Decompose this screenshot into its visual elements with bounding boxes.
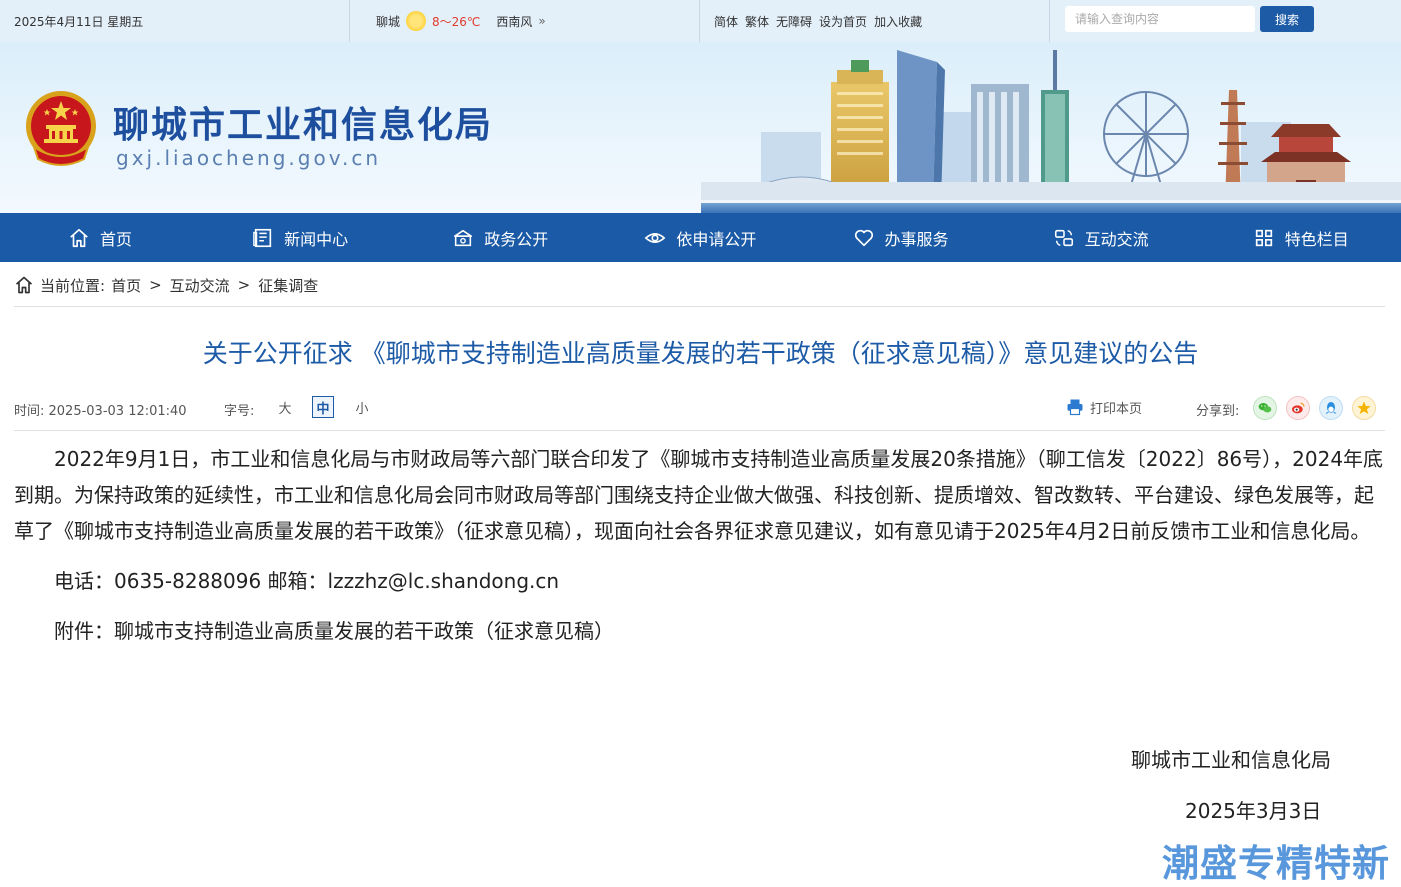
divider	[1049, 0, 1050, 42]
link-set-homepage[interactable]: 设为首页	[819, 13, 867, 30]
breadcrumb-separator: >	[149, 276, 162, 294]
share-label: 分享到:	[1196, 404, 1240, 419]
contact-info: 电话：0635-8288096 邮箱：lzzzhz@lc.shandong.cn	[54, 569, 560, 593]
article-paragraph: 2022年9月1日，市工业和信息化局与市财政局等六部门联合印发了《聊城市支持制造…	[14, 447, 1384, 543]
nav-label: 特色栏目	[1284, 229, 1349, 249]
breadcrumb-separator: >	[237, 276, 251, 294]
nav-item-services[interactable]: 办事服务	[801, 213, 1001, 262]
weather-wind: 西南风	[496, 14, 533, 29]
gov-icon	[454, 229, 473, 246]
divider	[14, 430, 1385, 431]
nav-item-home[interactable]: 首页	[0, 213, 200, 262]
weather-widget: 聊城 8～26℃ 西南风 »	[376, 0, 546, 42]
font-size-medium-button[interactable]: 中	[312, 396, 334, 418]
home-icon	[15, 276, 33, 294]
print-label: 打印本页	[1090, 401, 1143, 417]
share-qzone-button[interactable]	[1352, 396, 1376, 420]
weather-city: 聊城	[376, 14, 401, 29]
share-wechat-button[interactable]	[1253, 396, 1277, 420]
nav-item-gov-affairs[interactable]: 政务公开	[400, 213, 600, 262]
top-utility-bar: 2025年4月11日 星期五 聊城 8～26℃ 西南风 » 简体 繁体 无障碍 …	[0, 0, 1401, 42]
heart-icon	[854, 229, 873, 246]
star-icon	[1357, 401, 1371, 414]
weibo-icon	[1292, 402, 1305, 414]
publish-time: 时间: 2025-03-03 12:01:40	[14, 404, 187, 419]
printer-icon	[1067, 399, 1083, 416]
nav-label: 办事服务	[884, 229, 949, 249]
font-size-small-button[interactable]: 小	[351, 396, 373, 418]
site-banner: 聊城市工业和信息化局 gxj.liaocheng.gov.cn	[0, 42, 1401, 213]
share-qq-button[interactable]	[1319, 396, 1343, 420]
interaction-icon	[1054, 229, 1073, 246]
sunny-icon	[406, 11, 427, 31]
divider	[699, 0, 700, 42]
breadcrumb: 当前位置: 首页 > 互动交流 > 征集调查	[14, 274, 318, 296]
site-title: 聊城市工业和信息化局	[113, 105, 494, 146]
nav-item-apply-disclosure[interactable]: 依申请公开	[600, 213, 800, 262]
font-size-large-button[interactable]: 大	[274, 396, 296, 418]
main-navigation: 首页 新闻中心 政务公开 依申请公开 办事服务 互动交流 特色栏目	[0, 213, 1401, 262]
link-traditional[interactable]: 繁体	[745, 13, 769, 30]
attachment-link[interactable]: 附件：聊城市支持制造业高质量发展的若干政策（征求意见稿）	[14, 613, 1385, 649]
signature-date: 2025年3月3日	[1185, 799, 1322, 823]
nav-item-interaction[interactable]: 互动交流	[1001, 213, 1201, 262]
link-simplified[interactable]: 简体	[714, 13, 738, 30]
site-domain: gxj.liaocheng.gov.cn	[116, 146, 381, 170]
nav-item-news[interactable]: 新闻中心	[200, 213, 400, 262]
link-accessibility[interactable]: 无障碍	[776, 13, 812, 30]
national-emblem-icon	[26, 91, 96, 166]
nav-item-featured[interactable]: 特色栏目	[1201, 213, 1401, 262]
weather-temperature: 8～26℃	[432, 14, 481, 29]
signature-organization: 聊城市工业和信息化局	[1131, 748, 1331, 772]
nav-label: 互动交流	[1084, 229, 1149, 249]
double-chevron-right-icon[interactable]: »	[538, 14, 545, 28]
font-size-label: 字号:	[224, 404, 255, 419]
home-icon	[70, 228, 88, 247]
current-date: 2025年4月11日 星期五	[14, 14, 144, 29]
breadcrumb-item-home[interactable]: 首页	[111, 275, 141, 296]
watermark-text: 潮盛专精特新	[1162, 842, 1390, 885]
city-skyline-illustration	[701, 50, 1401, 213]
search-input[interactable]	[1065, 6, 1255, 32]
breadcrumb-label: 当前位置:	[40, 276, 106, 295]
print-button[interactable]: 打印本页	[1066, 396, 1142, 418]
article-title: 关于公开征求 《聊城市支持制造业高质量发展的若干政策（征求意见稿）》意见建议的公…	[202, 339, 1199, 368]
article-body: 2022年9月1日，市工业和信息化局与市财政局等六部门联合印发了《聊城市支持制造…	[14, 441, 1385, 649]
link-add-favorite[interactable]: 加入收藏	[874, 13, 922, 30]
utility-links: 简体 繁体 无障碍 设为首页 加入收藏	[714, 0, 922, 42]
breadcrumb-item-survey[interactable]: 征集调查	[258, 275, 318, 296]
nav-label: 首页	[100, 229, 133, 249]
nav-label: 政务公开	[484, 229, 549, 249]
share-weibo-button[interactable]	[1286, 396, 1310, 420]
breadcrumb-item-interaction[interactable]: 互动交流	[170, 275, 230, 296]
news-icon	[253, 228, 272, 247]
article-meta: 时间: 2025-03-03 12:01:40 字号: 大 中 小 打印本页 分…	[14, 396, 1385, 422]
nav-label: 依申请公开	[676, 229, 757, 249]
divider	[349, 0, 350, 42]
eye-icon	[645, 232, 666, 243]
search-button[interactable]: 搜索	[1260, 6, 1314, 32]
divider	[14, 306, 1385, 307]
wechat-icon	[1258, 403, 1272, 413]
grid-icon	[1255, 229, 1272, 246]
nav-label: 新闻中心	[284, 229, 349, 249]
qq-icon	[1325, 402, 1337, 414]
